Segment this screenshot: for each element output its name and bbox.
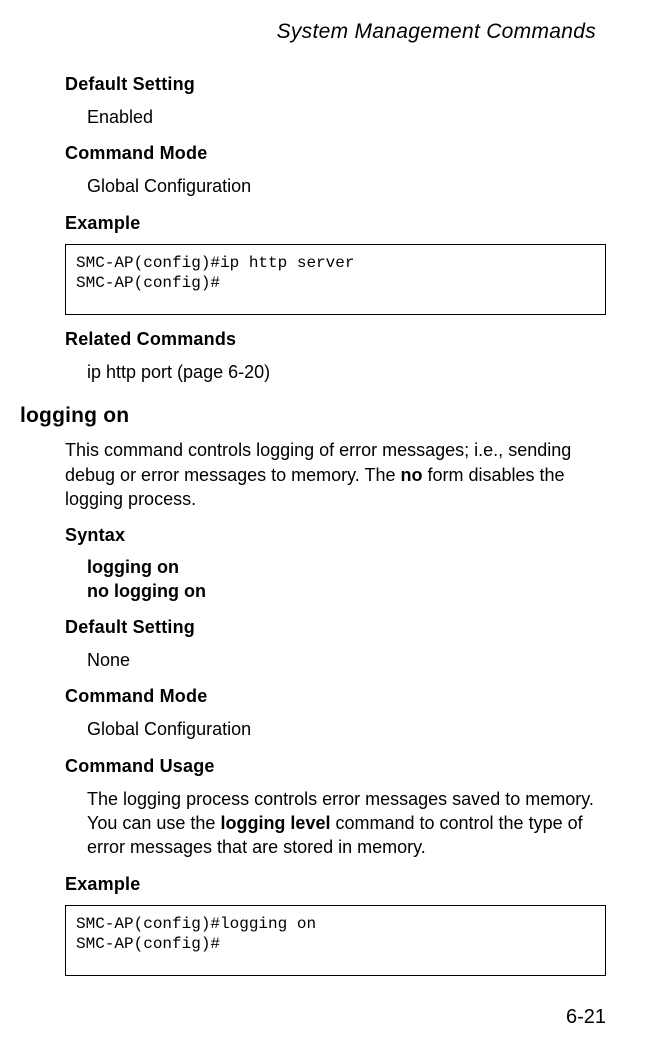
default-setting-label-2: Default Setting	[65, 617, 606, 638]
syntax-lines: logging on no logging on	[87, 556, 606, 603]
command-mode-value-2: Global Configuration	[87, 717, 606, 741]
syntax-label: Syntax	[65, 525, 606, 546]
syntax-line-2: no logging on	[87, 580, 606, 603]
page-number: 6-21	[566, 1006, 606, 1029]
related-commands-value: ip http port (page 6-20)	[87, 360, 606, 384]
page-header: System Management Commands	[20, 20, 606, 44]
default-setting-label: Default Setting	[65, 74, 606, 95]
related-commands-label: Related Commands	[65, 329, 606, 350]
desc-bold: no	[400, 465, 422, 485]
example-code-box-2: SMC-AP(config)#logging on SMC-AP(config)…	[65, 905, 606, 977]
usage-bold: logging level	[220, 813, 330, 833]
command-mode-label: Command Mode	[65, 143, 606, 164]
command-description: This command controls logging of error m…	[65, 438, 606, 511]
content-area: Default Setting Enabled Command Mode Glo…	[20, 74, 606, 976]
command-usage-text: The logging process controls error messa…	[87, 787, 606, 860]
command-title: logging on	[20, 404, 606, 428]
command-usage-label: Command Usage	[65, 756, 606, 777]
default-setting-value-2: None	[87, 648, 606, 672]
example-label-2: Example	[65, 874, 606, 895]
example-code-box: SMC-AP(config)#ip http server SMC-AP(con…	[65, 244, 606, 316]
example-label: Example	[65, 213, 606, 234]
command-mode-value: Global Configuration	[87, 174, 606, 198]
command-mode-label-2: Command Mode	[65, 686, 606, 707]
default-setting-value: Enabled	[87, 105, 606, 129]
syntax-line-1: logging on	[87, 556, 606, 579]
